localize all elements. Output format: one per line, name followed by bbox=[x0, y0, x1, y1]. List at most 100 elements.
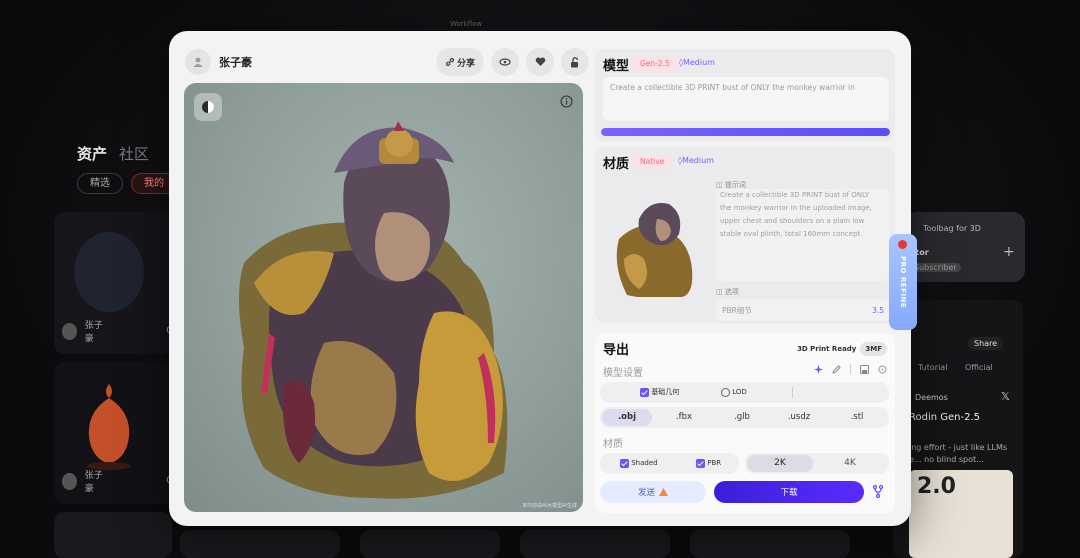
material-label: 材质 bbox=[603, 439, 623, 450]
like-button[interactable] bbox=[526, 48, 554, 76]
generation-progress-bar bbox=[601, 128, 890, 136]
model-settings-label: 模型设置 bbox=[603, 368, 643, 379]
tab-official[interactable]: Official bbox=[965, 363, 993, 372]
model-section-title: 模型 bbox=[603, 59, 630, 74]
options-label: ◫ 选项 bbox=[716, 288, 739, 296]
3d-model-viewer[interactable]: 本内容由AI大模型AI生成 bbox=[184, 83, 583, 512]
monkey-warrior-bust-model bbox=[239, 121, 508, 499]
material-prompt-line: Create a collectible 3D PRINT bust of ON… bbox=[720, 191, 870, 199]
format-usdz[interactable]: .usdz bbox=[774, 409, 824, 426]
asset-thumbnail bbox=[74, 232, 144, 312]
material-prompt-line: upper chest and shoulders on a plain low bbox=[720, 217, 865, 225]
feed-account: Deemos bbox=[915, 393, 948, 402]
asset-detail-modal: 张子豪 分享 本内容由AI大模型AI生成 模型 Gen-2.5 ◊Medium … bbox=[169, 31, 911, 526]
prompt-label-text: 提示词 bbox=[724, 181, 746, 189]
material-quality-value: Medium bbox=[681, 156, 714, 165]
visibility-lock-button[interactable] bbox=[561, 48, 589, 76]
asset-card[interactable]: 张子豪 0 bbox=[54, 212, 172, 354]
format-fbx[interactable]: .fbx bbox=[659, 409, 709, 426]
user-icon bbox=[185, 49, 211, 75]
tab-assets[interactable]: 资产 bbox=[77, 143, 107, 164]
pbr-detail-row[interactable]: PBR细节 3.5 bbox=[716, 299, 890, 321]
brand-logo-icon bbox=[659, 488, 668, 496]
checkbox-checked[interactable] bbox=[620, 458, 629, 468]
3mf-tag[interactable]: 3MF bbox=[860, 342, 887, 356]
view-button[interactable] bbox=[491, 48, 519, 76]
tab-tutorial[interactable]: Tutorial bbox=[918, 363, 947, 372]
post-text: ing effort - just like LLMs bbox=[909, 443, 1008, 452]
toolbag-title: Toolbag for 3D bbox=[923, 224, 981, 233]
ai-generated-caption: 本内容由AI大模型AI生成 bbox=[522, 503, 577, 509]
preview-text: 2.0 bbox=[917, 474, 956, 499]
material-options-row: Shaded PBR bbox=[600, 453, 739, 474]
card-author: 张子豪 bbox=[84, 471, 103, 494]
fork-icon[interactable] bbox=[872, 485, 884, 498]
model-quality-value: Medium bbox=[682, 58, 715, 67]
asset-card[interactable] bbox=[520, 530, 670, 558]
format-glb[interactable]: .glb bbox=[717, 409, 767, 426]
asset-card[interactable]: 张子豪 0 bbox=[54, 362, 172, 504]
share-button[interactable]: Share bbox=[968, 337, 1004, 350]
gen-version-badge: Gen-2.5 bbox=[633, 57, 677, 71]
download-button[interactable]: 下载 bbox=[714, 481, 864, 503]
divider bbox=[792, 387, 793, 398]
export-section: 导出 3D Print Ready 3MF 模型设置 基础几何 LOD .obj… bbox=[595, 333, 895, 513]
geometry-options-row: 基础几何 LOD bbox=[600, 382, 889, 403]
send-label: 发送 bbox=[637, 488, 655, 498]
format-obj[interactable]: .obj bbox=[602, 409, 652, 426]
avatar bbox=[62, 322, 77, 340]
base-geometry-option[interactable]: 基础几何 bbox=[640, 382, 679, 403]
post-text: e... no blind spot... bbox=[909, 455, 984, 464]
progress-fill bbox=[601, 128, 890, 136]
material-prompt[interactable]: Create a collectible 3D PRINT bust of ON… bbox=[716, 189, 890, 281]
edit-icon[interactable] bbox=[832, 364, 841, 374]
workflow-nav-item[interactable]: Workflow bbox=[450, 20, 482, 28]
base-geometry-label: 基础几何 bbox=[651, 388, 680, 396]
heart-icon bbox=[535, 57, 545, 66]
chip-featured[interactable]: 精选 bbox=[77, 173, 123, 194]
reference-image-thumbnail[interactable] bbox=[609, 189, 697, 297]
tab-community[interactable]: 社区 bbox=[119, 143, 149, 164]
unlock-icon bbox=[571, 56, 579, 67]
eye-icon bbox=[499, 58, 511, 66]
model-prompt[interactable]: Create a collectible 3D PRINT bust of ON… bbox=[603, 77, 889, 121]
asset-card[interactable] bbox=[180, 530, 340, 558]
share-label: 分享 bbox=[456, 58, 475, 69]
lod-label: LOD bbox=[732, 388, 747, 396]
format-stl[interactable]: .stl bbox=[832, 409, 882, 426]
checkbox-checked[interactable] bbox=[640, 387, 649, 397]
pbr-detail-label: PBR细节 bbox=[722, 305, 752, 315]
notification-dot bbox=[898, 240, 907, 249]
resolution-4k[interactable]: 4K bbox=[817, 455, 883, 472]
material-quality: ◊Medium bbox=[678, 156, 714, 165]
lod-option[interactable]: LOD bbox=[721, 382, 747, 403]
asset-card[interactable] bbox=[54, 512, 172, 558]
pbr-option[interactable]: PBR bbox=[696, 453, 721, 474]
post-title: Rodin Gen-2.5 bbox=[909, 412, 981, 423]
radio-unchecked[interactable] bbox=[721, 387, 730, 397]
resolution-2k[interactable]: 2K bbox=[747, 455, 813, 472]
print-ready-label: 3D Print Ready bbox=[797, 345, 857, 353]
vase-thumbnail bbox=[87, 384, 131, 470]
save-icon[interactable] bbox=[860, 364, 869, 374]
shaded-option[interactable]: Shaded bbox=[620, 453, 658, 474]
add-icon[interactable]: + bbox=[1003, 244, 1015, 260]
divider bbox=[850, 364, 851, 374]
toolbag-panel[interactable]: Toolbag for 3D ator Subscriber + bbox=[905, 212, 1025, 282]
x-logo-icon: 𝕏 bbox=[1001, 390, 1010, 403]
sparkle-icon[interactable] bbox=[814, 364, 823, 374]
asset-card[interactable] bbox=[690, 530, 850, 558]
asset-card[interactable] bbox=[360, 530, 500, 558]
share-button[interactable]: 分享 bbox=[436, 48, 484, 76]
asset-community-tabs: 资产 社区 bbox=[77, 143, 149, 164]
export-title: 导出 bbox=[603, 343, 630, 358]
material-prompt-line: stable oval plinth, total 160mm concept. bbox=[720, 230, 863, 238]
checkbox-checked[interactable] bbox=[696, 458, 705, 468]
settings-icon[interactable] bbox=[878, 364, 887, 374]
post-preview-image: 2.0 bbox=[909, 470, 1013, 558]
subscriber-badge: Subscriber bbox=[910, 263, 961, 272]
user-name: 张子豪 bbox=[219, 56, 252, 69]
pbr-label: PBR bbox=[707, 459, 722, 467]
material-section: 材质 Native ◊Medium ◫ 提示词 Create a collect… bbox=[595, 147, 895, 323]
send-button[interactable]: 发送 bbox=[600, 481, 706, 503]
